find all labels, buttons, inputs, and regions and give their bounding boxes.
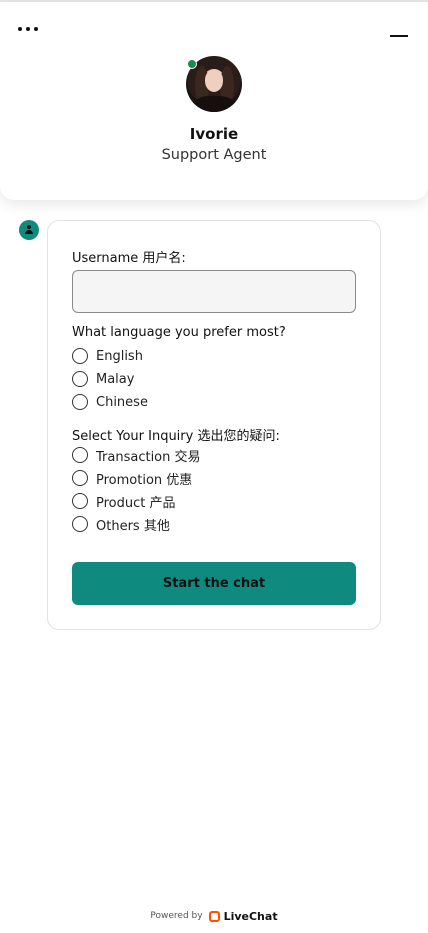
minimize-icon[interactable] [390,30,410,42]
more-options-icon[interactable] [17,24,41,34]
livechat-brand: LiveChat [223,909,278,923]
livechat-logo-icon [208,910,220,922]
username-label: Username 用户名: [72,251,186,266]
radio-label: Others 其他 [96,518,170,534]
radio-language-chinese[interactable]: Chinese [72,393,148,411]
agent-role: Support Agent [161,147,267,163]
powered-by-footer[interactable]: Powered by LiveChat [0,909,428,923]
radio-circle[interactable] [72,348,88,364]
radio-label: Promotion 优惠 [96,472,193,488]
agent-name: Ivorie [189,125,239,143]
radio-label: Product 产品 [96,495,176,511]
radio-label: Malay [96,371,135,387]
radio-language-english[interactable]: English [72,347,143,365]
start-chat-button[interactable]: Start the chat [72,562,356,605]
radio-circle[interactable] [72,371,88,387]
radio-circle[interactable] [72,493,88,509]
radio-label: Transaction 交易 [96,449,201,465]
inquiry-question: Select Your Inquiry 选出您的疑问: [72,429,280,444]
radio-circle[interactable] [72,394,88,410]
radio-language-malay[interactable]: Malay [72,370,134,388]
radio-inquiry-transaction[interactable]: Transaction 交易 [72,446,201,465]
radio-inquiry-promotion[interactable]: Promotion 优惠 [72,469,193,488]
online-status-indicator [187,59,197,69]
radio-circle[interactable] [72,447,88,463]
powered-by-text: Powered by [150,911,203,921]
agent-mini-avatar-icon [19,220,39,240]
radio-circle[interactable] [72,516,88,532]
language-question: What language you prefer most? [72,325,286,340]
username-input[interactable] [72,270,356,313]
radio-inquiry-others[interactable]: Others 其他 [72,515,170,534]
radio-label: English [96,348,143,364]
radio-circle[interactable] [72,470,88,486]
radio-inquiry-product[interactable]: Product 产品 [72,492,176,511]
radio-label: Chinese [96,394,148,410]
